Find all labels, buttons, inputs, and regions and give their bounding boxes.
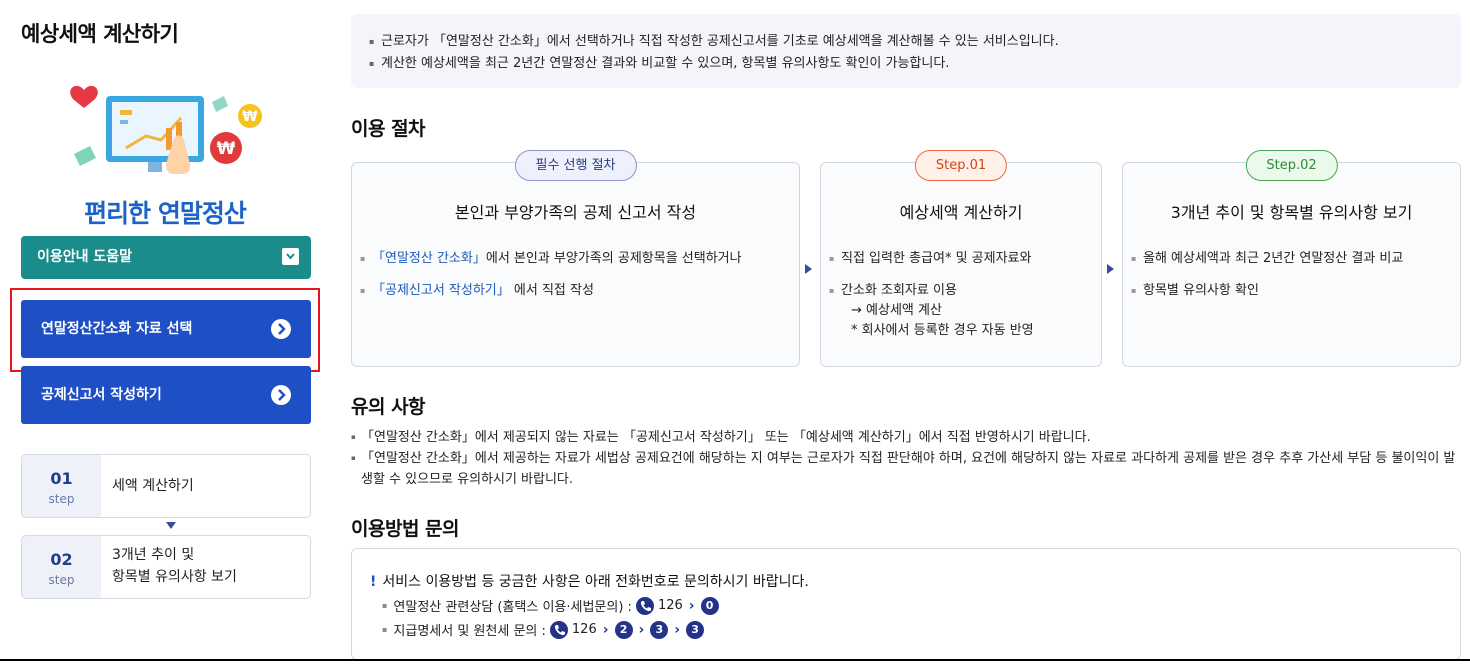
arrow-right-icon [805, 264, 812, 274]
help-guide-label: 이용안내 도움말 [37, 249, 133, 265]
deduction-form-link[interactable]: 「공제신고서 작성하기」 [372, 283, 510, 298]
intro-line: 근로자가 「연말정산 간소화」에서 선택하거나 직접 작성한 공제신고서를 기초… [369, 31, 1461, 53]
contact-label: 연말정산 관련상담 (홈택스 이용·세법문의) : [393, 600, 632, 615]
card-item: 「공제신고서 작성하기」 에서 직접 작성 [360, 281, 742, 301]
bottom-border [0, 659, 1470, 661]
step-3year-trend[interactable]: 02 step 3개년 추이 및 항목별 유의사항 보기 [21, 535, 311, 599]
card-item-text: 올해 예상세액과 최근 2년간 연말정산 결과 비교 [1143, 251, 1404, 266]
step-label: 3개년 추이 및 항목별 유의사항 보기 [112, 544, 237, 588]
notes-list: 「연말정산 간소화」에서 제공되지 않는 자료는 「공제신고서 작성하기」 또는… [351, 427, 1461, 490]
note-line: 「연말정산 간소화」에서 제공되지 않는 자료는 「공제신고서 작성하기」 또는… [351, 427, 1461, 448]
step-label-line: 세액 계산하기 [112, 478, 194, 494]
step-num: 02 [50, 550, 73, 569]
chevron-right-icon: › [638, 621, 645, 638]
chevron-down-icon [282, 248, 299, 265]
procedure-card-step2: Step.02 3개년 추이 및 항목별 유의사항 보기 올해 예상세액과 최근… [1122, 150, 1461, 367]
contact-label: 지급명세서 및 원천세 문의 : [393, 624, 546, 639]
intro-box: 근로자가 「연말정산 간소화」에서 선택하거나 직접 작성한 공제신고서를 기초… [351, 14, 1461, 88]
note-line: 「연말정산 간소화」에서 제공하는 자료가 세법상 공제요건에 해당하는 지 여… [351, 448, 1461, 490]
chevron-right-icon [271, 385, 291, 405]
card-item: 직접 입력한 총급여* 및 공제자료와 [829, 249, 1034, 269]
prereq-badge: 필수 선행 절차 [514, 150, 637, 181]
card-title: 3개년 추이 및 항목별 유의사항 보기 [1170, 203, 1413, 222]
step-label-line: 항목별 유의사항 보기 [112, 569, 237, 585]
simplified-data-select-button[interactable]: 연말정산간소화 자료 선택 [21, 300, 311, 358]
card-item: 간소화 조회자료 이용 → 예상세액 계산 * 회사에서 등록한 경우 자동 반… [829, 281, 1034, 341]
card-item-text: 직접 입력한 총급여* 및 공제자료와 [841, 251, 1032, 266]
step-label: 세액 계산하기 [112, 475, 194, 497]
arrow-right-icon [1107, 264, 1114, 274]
contact-row: 지급명세서 및 원천세 문의 : 126 › 2 › 3 › 3 [382, 620, 705, 639]
card-item-text: 항목별 유의사항 확인 [1143, 283, 1259, 298]
exclamation-icon: ! [370, 574, 377, 590]
step-word: step [48, 573, 75, 587]
step-tax-calc[interactable]: 01 step 세액 계산하기 [21, 454, 311, 518]
phone-number: 126 [657, 598, 683, 613]
help-guide-toggle[interactable]: 이용안내 도움말 [21, 236, 311, 279]
step2-badge: Step.02 [1245, 150, 1338, 181]
phone-icon [635, 596, 654, 615]
card-item: 항목별 유의사항 확인 [1131, 281, 1403, 301]
sidebar: 예상세액 계산하기 ₩ ₩ 편리한 연말정산 이용안내 도움말 연말정산간소화 … [0, 0, 330, 668]
card-item-text: 간소화 조회자료 이용 [841, 283, 957, 298]
menu-number-badge: 2 [614, 620, 633, 639]
step-label-line: 3개년 추이 및 [112, 547, 195, 563]
phone-number: 126 [571, 622, 597, 637]
step-word: step [48, 492, 75, 506]
card-title: 본인과 부양가족의 공제 신고서 작성 [454, 203, 697, 222]
card-item-text: 에서 본인과 부양가족의 공제항목을 선택하거나 [485, 251, 742, 266]
chevron-right-icon: › [674, 621, 681, 638]
contact-row: 연말정산 관련상담 (홈택스 이용·세법문의) : 126 › 0 [382, 596, 719, 615]
intro-line: 계산한 예상세액을 최근 2년간 연말정산 결과와 비교할 수 있으며, 항목별… [369, 53, 1461, 75]
svg-text:₩: ₩ [242, 109, 258, 125]
procedure-heading: 이용 절차 [351, 118, 426, 140]
step-num: 01 [50, 469, 73, 488]
menu-number-badge: 0 [700, 596, 719, 615]
contact-box: ! 서비스 이용방법 등 궁금한 사항은 아래 전화번호로 문의하시기 바랍니다.… [351, 548, 1461, 660]
heart-icon [70, 85, 98, 108]
chevron-right-icon: › [688, 597, 695, 614]
step1-badge: Step.01 [914, 150, 1008, 181]
phone-icon [549, 620, 568, 639]
card-item-sub: * 회사에서 등록한 경우 자동 반영 [851, 323, 1034, 338]
svg-text:₩: ₩ [217, 139, 236, 159]
deduction-form-button[interactable]: 공제신고서 작성하기 [21, 366, 311, 424]
chevron-right-icon [271, 319, 291, 339]
procedure-card-prereq: 필수 선행 절차 본인과 부양가족의 공제 신고서 작성 「연말정산 간소화」에… [351, 150, 800, 367]
menu-number-badge: 3 [650, 620, 669, 639]
menu-label: 공제신고서 작성하기 [41, 387, 162, 403]
card-item: 「연말정산 간소화」에서 본인과 부양가족의 공제항목을 선택하거나 [360, 249, 742, 269]
contact-lead-text: 서비스 이용방법 등 궁금한 사항은 아래 전화번호로 문의하시기 바랍니다. [382, 574, 809, 590]
page-title: 예상세액 계산하기 [21, 22, 179, 46]
card-item-text: 에서 직접 작성 [509, 283, 594, 298]
simplified-link[interactable]: 「연말정산 간소화」 [372, 251, 486, 266]
step-down-arrow-icon [166, 522, 176, 529]
contact-lead: ! 서비스 이용방법 등 궁금한 사항은 아래 전화번호로 문의하시기 바랍니다. [370, 571, 809, 591]
menu-number-badge: 3 [686, 620, 705, 639]
brand-title: 편리한 연말정산 [84, 199, 247, 228]
card-item: 올해 예상세액과 최근 2년간 연말정산 결과 비교 [1131, 249, 1403, 269]
monitor-chart-illustration: ₩ ₩ [70, 85, 262, 174]
menu-label: 연말정산간소화 자료 선택 [41, 321, 193, 337]
step-number: 01 step [22, 455, 101, 517]
notes-heading: 유의 사항 [351, 396, 426, 418]
contact-heading: 이용방법 문의 [351, 518, 460, 540]
procedure-card-step1: Step.01 예상세액 계산하기 직접 입력한 총급여* 및 공제자료와 간소… [820, 150, 1102, 367]
step-number: 02 step [22, 536, 101, 598]
chevron-right-icon: › [602, 621, 609, 638]
card-title: 예상세액 계산하기 [899, 203, 1023, 222]
card-item-sub: → 예상세액 계산 [851, 303, 942, 318]
